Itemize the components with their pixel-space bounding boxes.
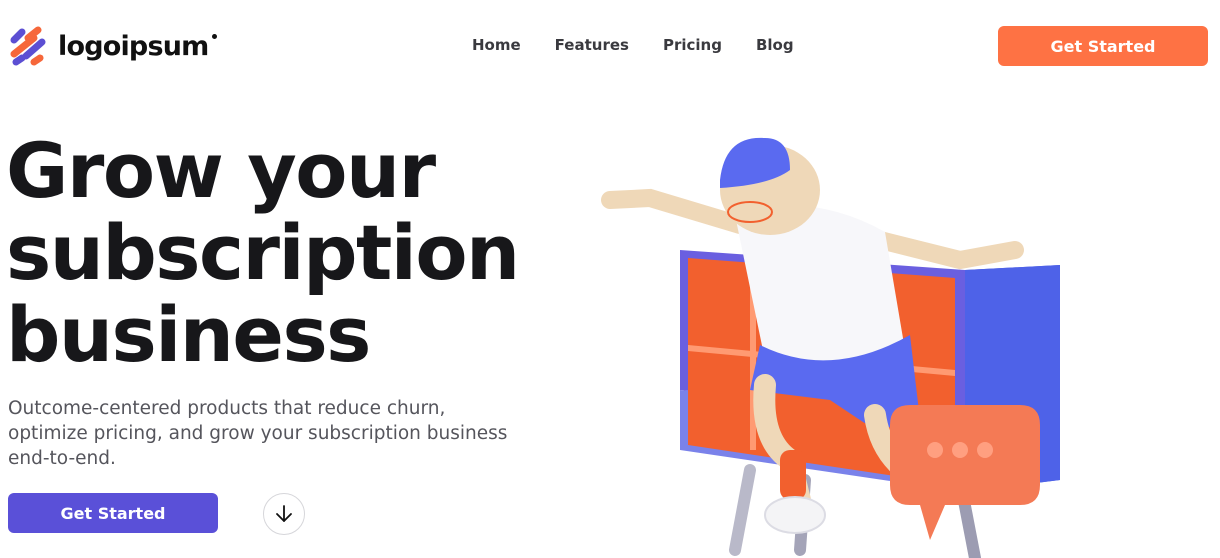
logo[interactable]: logoipsum: [8, 26, 217, 66]
nav-link-pricing[interactable]: Pricing: [663, 36, 722, 54]
hero-get-started-button[interactable]: Get Started: [8, 493, 218, 533]
hero-title-line-3: business: [6, 290, 371, 379]
nav-link-features[interactable]: Features: [555, 36, 629, 54]
hero-title-line-2: subscription: [6, 208, 520, 297]
hero-title-line-1: Grow your: [6, 126, 436, 215]
header-get-started-button[interactable]: Get Started: [998, 26, 1208, 66]
scroll-down-button[interactable]: [263, 493, 305, 535]
main-nav: Home Features Pricing Blog: [472, 36, 794, 54]
hero-subtitle: Outcome-centered products that reduce ch…: [8, 398, 508, 469]
logo-mark-icon: [10, 26, 46, 66]
nav-link-blog[interactable]: Blog: [756, 36, 794, 54]
logo-dot: [211, 33, 217, 39]
nav-link-home[interactable]: Home: [472, 36, 521, 54]
arrow-down-icon: [276, 505, 292, 522]
hero-illustration: [601, 137, 1060, 558]
logo-text: logoipsum: [58, 31, 217, 62]
hero-title: Grow your subscription business: [6, 130, 566, 376]
